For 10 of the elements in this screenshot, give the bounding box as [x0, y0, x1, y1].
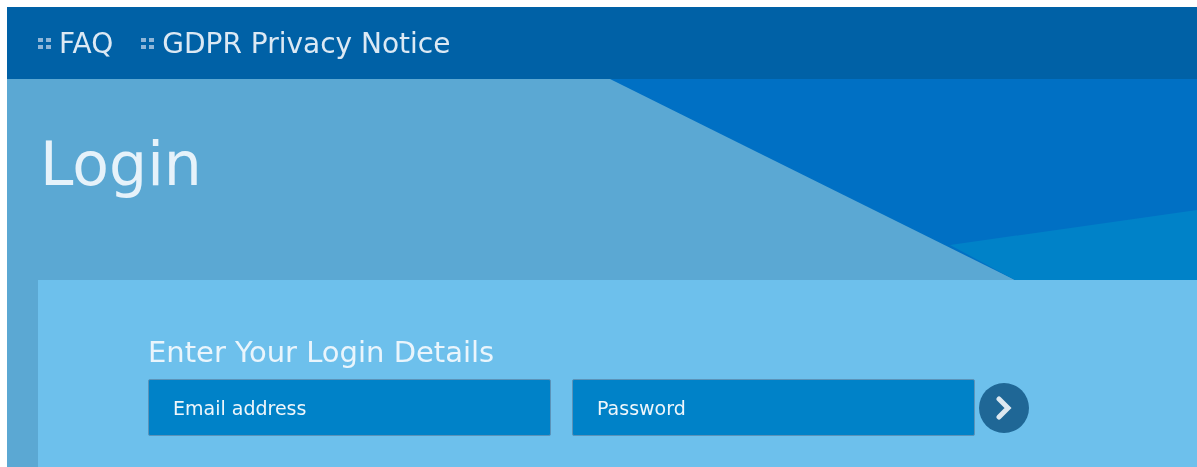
submit-button[interactable]: [979, 382, 1029, 433]
page-title: Login: [40, 129, 202, 199]
nav-link[interactable]: GDPR Privacy Notice: [141, 26, 451, 60]
email-field[interactable]: Email address: [148, 379, 551, 436]
nav-link[interactable]: FAQ: [38, 26, 114, 60]
chevron-right-icon: [996, 395, 1012, 420]
dots-icon: [38, 37, 51, 49]
dots-icon: [141, 37, 155, 49]
password-field[interactable]: Password: [572, 379, 975, 436]
form-heading: Enter Your Login Details: [148, 335, 495, 369]
